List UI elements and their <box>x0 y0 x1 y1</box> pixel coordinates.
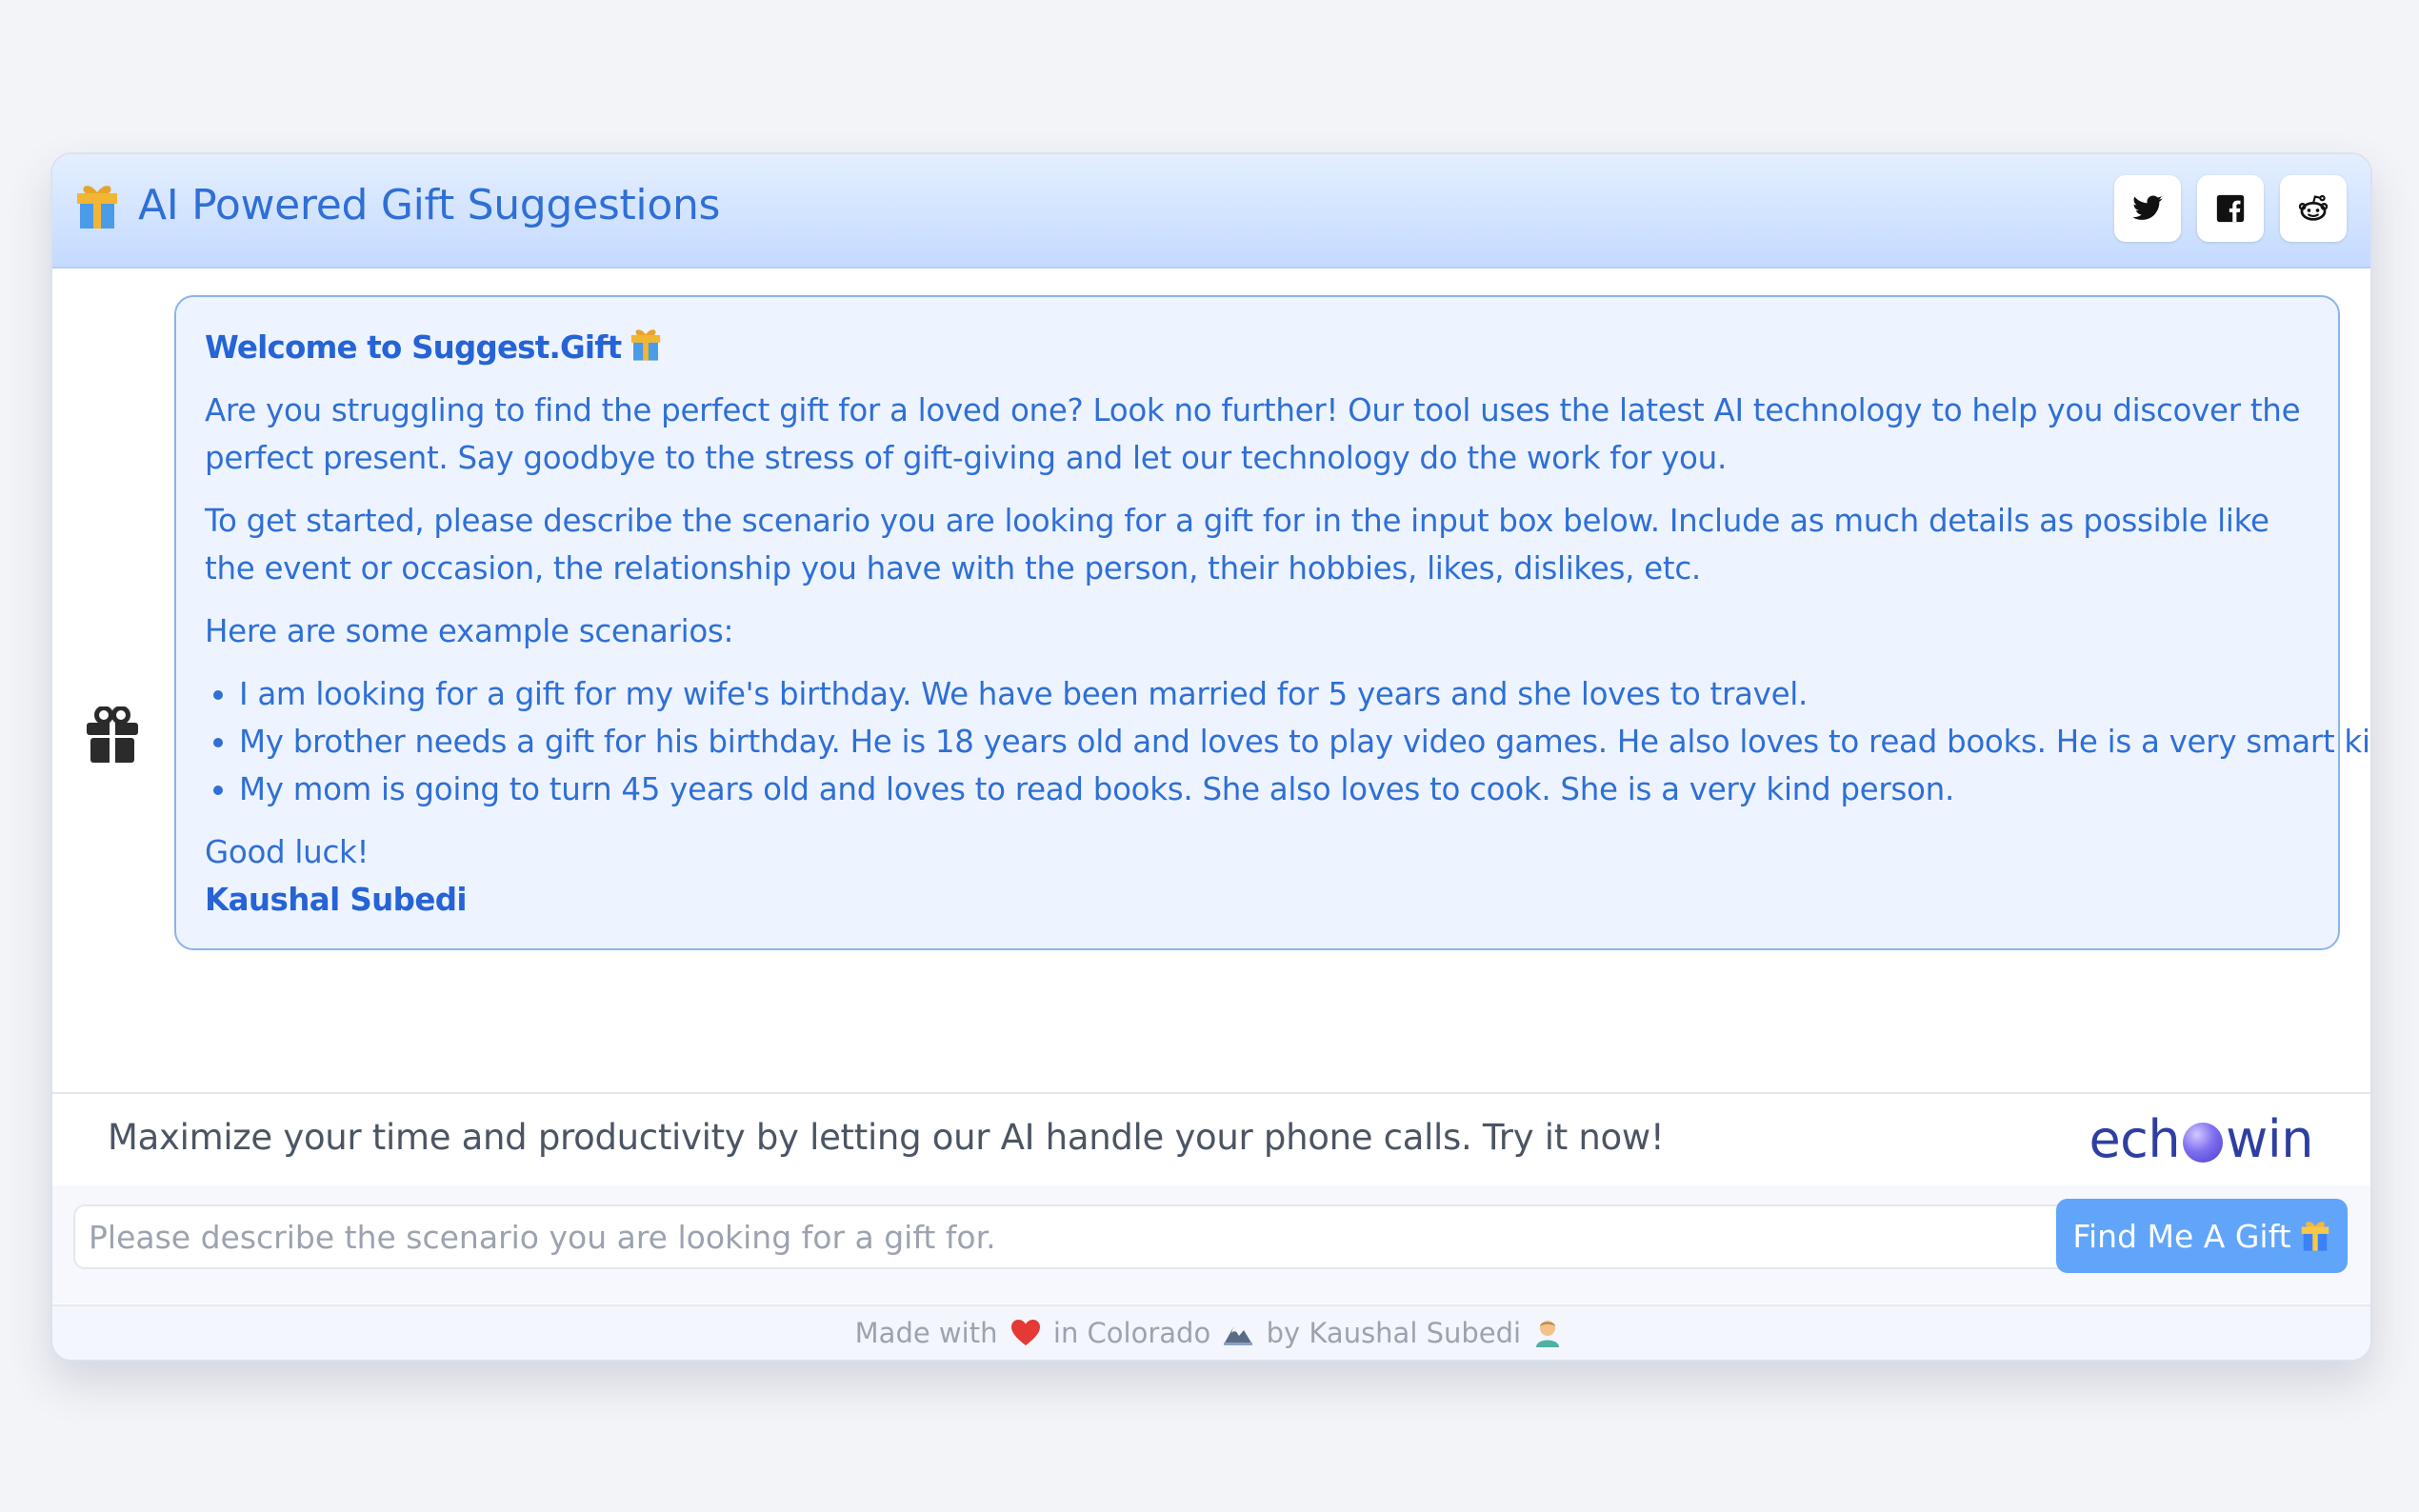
share-facebook-button[interactable] <box>2197 175 2264 242</box>
reddit-icon <box>2298 194 2329 221</box>
gift-emoji-icon <box>77 186 117 229</box>
examples-heading: Here are some example scenarios: <box>205 613 734 649</box>
input-bar: Find Me A Gift <box>52 1185 2370 1303</box>
header: AI Powered Gift Suggestions <box>52 154 2370 269</box>
person-emoji-icon <box>1536 1321 1560 1347</box>
find-gift-button[interactable]: Find Me A Gift <box>2056 1199 2348 1273</box>
echowin-logo[interactable]: ech win <box>2089 1109 2313 1169</box>
example-item: My brother needs a gift for his birthday… <box>239 718 2370 766</box>
signature: Kaushal Subedi <box>205 882 468 918</box>
facebook-icon <box>2216 194 2245 223</box>
mountain-icon <box>1224 1327 1253 1345</box>
intro-paragraph: Are you struggling to find the perfect g… <box>205 392 2301 476</box>
logo-orb-icon <box>2183 1123 2224 1163</box>
share-reddit-button[interactable] <box>2280 175 2347 242</box>
footer: Made with in Colorado by Kaushal Subedi <box>52 1304 2370 1360</box>
twitter-icon <box>2132 195 2163 220</box>
share-twitter-button[interactable] <box>2114 175 2181 242</box>
message-area: Welcome to Suggest.Gift Are you struggli… <box>52 267 2370 1082</box>
examples-list: I am looking for a gift for my wife's bi… <box>205 670 2370 813</box>
gift-icon <box>87 706 138 764</box>
gift-emoji-icon <box>2301 1222 2329 1251</box>
scenario-input[interactable] <box>73 1204 2094 1269</box>
closing-text: Good luck! <box>205 834 370 870</box>
promo-text[interactable]: Maximize your time and productivity by l… <box>108 1117 1665 1158</box>
heart-icon <box>1010 1320 1040 1345</box>
example-item: My mom is going to turn 45 years old and… <box>239 766 2309 813</box>
promo-banner[interactable]: Maximize your time and productivity by l… <box>52 1092 2370 1187</box>
chat-card: AI Powered Gift Suggestions Welcome to S… <box>50 152 2372 1362</box>
instructions-paragraph: To get started, please describe the scen… <box>205 503 2269 587</box>
gift-emoji-icon <box>631 329 661 361</box>
page-title: AI Powered Gift Suggestions <box>138 181 721 229</box>
message-title: Welcome to Suggest.Gift <box>205 324 2309 371</box>
example-item: I am looking for a gift for my wife's bi… <box>239 670 2309 718</box>
welcome-message: Welcome to Suggest.Gift Are you struggli… <box>174 295 2370 950</box>
